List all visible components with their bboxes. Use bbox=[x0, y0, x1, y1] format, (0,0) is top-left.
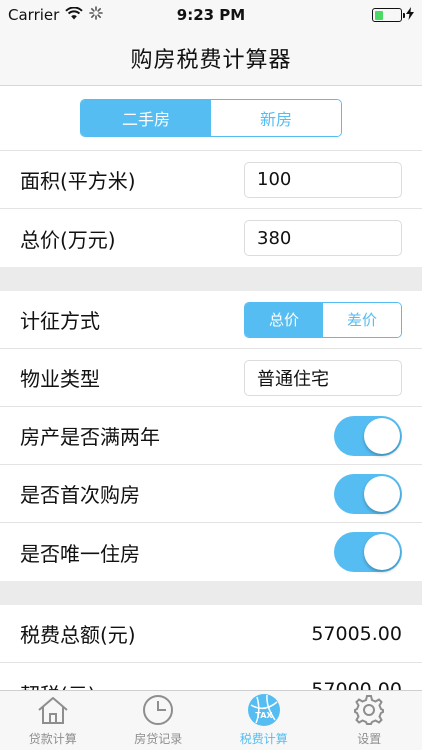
svg-text:TAX: TAX bbox=[255, 711, 273, 720]
segment-price-difference[interactable]: 差价 bbox=[323, 302, 401, 337]
property-type-select[interactable]: 普通住宅 bbox=[244, 359, 402, 396]
only-house-label: 是否唯一住房 bbox=[20, 541, 140, 566]
gear-icon bbox=[351, 692, 387, 728]
carrier-label: Carrier bbox=[8, 6, 60, 24]
segment-total-price[interactable]: 总价 bbox=[245, 302, 323, 337]
result-row-total-tax: 税费总额(元) 57005.00 bbox=[0, 605, 422, 663]
levy-segmented-control: 总价 差价 bbox=[244, 301, 402, 338]
section-gap bbox=[0, 267, 422, 291]
tab-loan-records[interactable]: 房贷记录 bbox=[106, 691, 212, 750]
status-right bbox=[372, 6, 414, 24]
two-years-toggle[interactable] bbox=[334, 415, 402, 456]
house-type-row: 二手房 新房 bbox=[0, 86, 422, 151]
toggle-row-first-purchase: 是否首次购房 bbox=[0, 465, 422, 523]
area-label: 面积(平方米) bbox=[20, 169, 136, 193]
tab-label: 贷款计算 bbox=[28, 732, 77, 746]
only-house-toggle[interactable] bbox=[334, 532, 402, 572]
first-purchase-label: 是否首次购房 bbox=[20, 483, 140, 507]
area-input[interactable]: 100 bbox=[244, 161, 402, 198]
house-type-segmented-control: 二手房 新房 bbox=[80, 99, 342, 137]
toggle-row-only-house: 是否唯一住房 bbox=[0, 523, 422, 581]
segment-second-hand[interactable]: 二手房 bbox=[81, 100, 211, 136]
total-price-label: 总价(万元) bbox=[20, 227, 116, 252]
segment-new-house[interactable]: 新房 bbox=[211, 100, 341, 136]
clock-icon bbox=[140, 692, 176, 728]
property-type-label: 物业类型 bbox=[20, 367, 100, 391]
main-content: 二手房 新房 面积(平方米) 100 总价(万元) 380 计征方式 总价 差价… bbox=[0, 86, 422, 690]
nav-bar: 购房税费计算器 bbox=[0, 30, 422, 86]
activity-spinner-icon bbox=[89, 6, 104, 24]
options-section: 计征方式 总价 差价 物业类型 普通住宅 房产是否满两年 是否首次购房 是否唯一… bbox=[0, 291, 422, 581]
property-type-row: 物业类型 普通住宅 bbox=[0, 349, 422, 407]
first-purchase-toggle[interactable] bbox=[334, 473, 402, 514]
tab-settings[interactable]: 设置 bbox=[317, 691, 422, 750]
deed-tax-value: 57000.00 bbox=[311, 679, 402, 690]
tax-icon: TAX bbox=[246, 692, 282, 728]
house-section: 二手房 新房 面积(平方米) 100 总价(万元) 380 bbox=[0, 86, 422, 267]
total-price-row: 总价(万元) 380 bbox=[0, 209, 422, 267]
house-icon bbox=[35, 692, 71, 728]
levy-row: 计征方式 总价 差价 bbox=[0, 291, 422, 349]
battery-icon bbox=[372, 8, 405, 22]
tab-label: 税费计算 bbox=[239, 732, 288, 746]
status-bar: Carrier 9:23 PM bbox=[0, 0, 422, 30]
charging-icon bbox=[406, 6, 414, 24]
result-row-deed-tax: 契税(元) 57000.00 bbox=[0, 663, 422, 690]
wifi-icon bbox=[65, 6, 84, 24]
page-title: 购房税费计算器 bbox=[130, 47, 292, 73]
tab-tax-calc[interactable]: TAX 税费计算 bbox=[211, 691, 317, 750]
tab-label: 设置 bbox=[357, 732, 382, 746]
section-gap bbox=[0, 581, 422, 605]
total-tax-label: 税费总额(元) bbox=[20, 623, 136, 647]
toggle-row-two-years: 房产是否满两年 bbox=[0, 407, 422, 465]
total-tax-value: 57005.00 bbox=[311, 622, 402, 645]
tab-label: 房贷记录 bbox=[134, 732, 183, 746]
deed-tax-label: 契税(元) bbox=[20, 679, 96, 690]
status-left: Carrier bbox=[8, 6, 104, 24]
tab-loan-calc[interactable]: 贷款计算 bbox=[0, 691, 106, 750]
area-row: 面积(平方米) 100 bbox=[0, 151, 422, 209]
levy-label: 计征方式 bbox=[20, 309, 100, 333]
total-price-input[interactable]: 380 bbox=[244, 220, 402, 256]
two-years-label: 房产是否满两年 bbox=[20, 425, 160, 449]
tab-bar: 贷款计算 房贷记录 TAX 税费计算 设置 bbox=[0, 690, 422, 750]
results-section: 税费总额(元) 57005.00 契税(元) 57000.00 bbox=[0, 605, 422, 690]
